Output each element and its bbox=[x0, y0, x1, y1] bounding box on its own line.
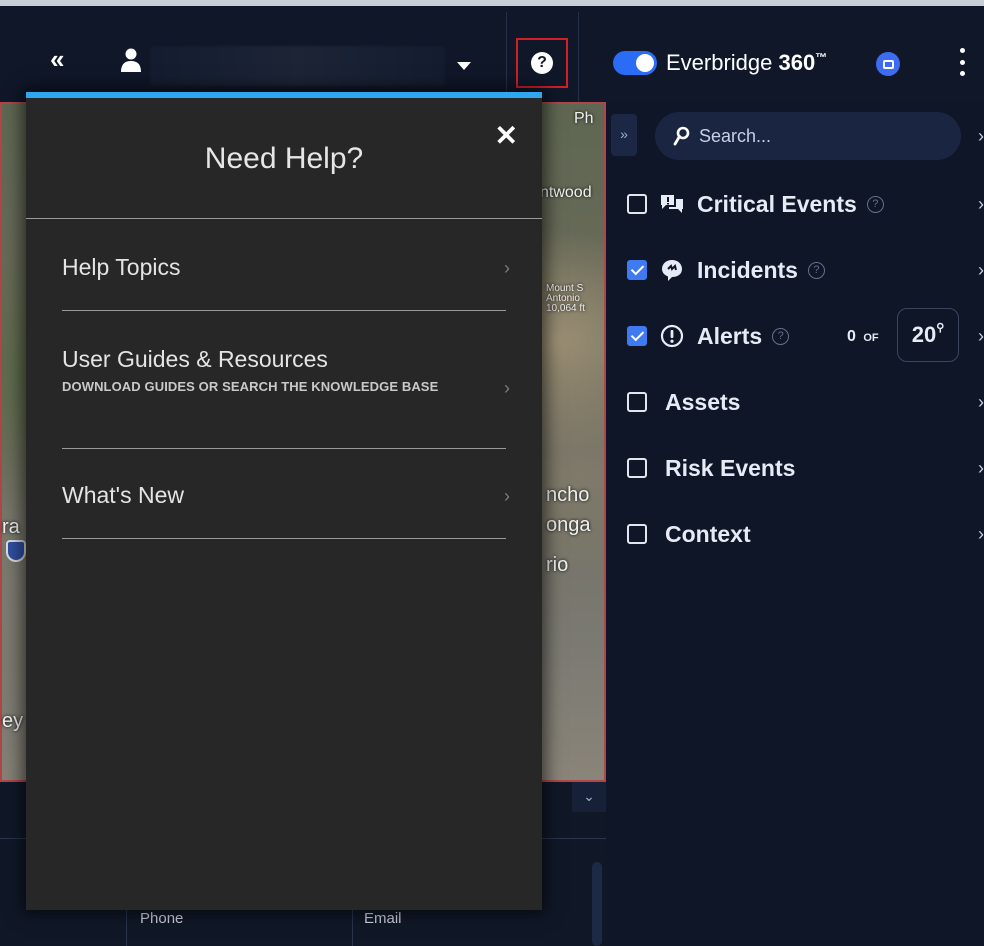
whats-new-link[interactable]: What's New › bbox=[62, 482, 510, 509]
chevron-right-icon[interactable]: › bbox=[978, 126, 984, 147]
alerts-max-input[interactable]: 20 ⚲ bbox=[897, 308, 959, 362]
user-name-redacted[interactable] bbox=[150, 46, 445, 86]
help-panel: Need Help? ✕ Help Topics › User Guides &… bbox=[26, 92, 542, 910]
help-topics-link[interactable]: Help Topics › bbox=[62, 254, 510, 281]
chat-icon[interactable] bbox=[876, 52, 900, 76]
layer-label: Risk Events bbox=[665, 454, 796, 481]
map-label: rio bbox=[546, 554, 569, 576]
divider bbox=[578, 12, 579, 108]
help-item-label: Help Topics bbox=[62, 254, 181, 280]
chevron-right-icon[interactable]: › bbox=[978, 392, 984, 413]
help-button[interactable]: ? bbox=[516, 38, 568, 88]
chevron-right-icon[interactable]: › bbox=[978, 260, 984, 281]
help-item-subtitle: DOWNLOAD GUIDES OR SEARCH THE KNOWLEDGE … bbox=[62, 379, 439, 394]
layer-incidents[interactable]: Incidents ? bbox=[627, 250, 967, 290]
alerts-count: 0 OF bbox=[847, 328, 879, 345]
expand-panel-button[interactable]: » bbox=[611, 114, 637, 156]
divider bbox=[26, 218, 542, 219]
alerts-checkbox[interactable] bbox=[627, 326, 647, 346]
alert-icon bbox=[660, 324, 684, 348]
map-label: Ph bbox=[574, 110, 594, 127]
user-menu-caret-icon[interactable] bbox=[457, 62, 471, 70]
map-label: ey bbox=[2, 710, 24, 732]
highway-shield-icon bbox=[6, 540, 26, 562]
layer-assets[interactable]: Assets bbox=[627, 382, 967, 422]
layer-context[interactable]: Context bbox=[627, 514, 967, 554]
everbridge-360-toggle[interactable] bbox=[613, 51, 657, 75]
search-icon bbox=[673, 126, 690, 146]
chevron-right-icon[interactable]: › bbox=[978, 326, 984, 347]
divider bbox=[62, 448, 506, 449]
more-options-icon[interactable] bbox=[958, 48, 966, 76]
question-icon: ? bbox=[531, 52, 553, 74]
help-circle-icon[interactable]: ? bbox=[866, 195, 884, 213]
search-input[interactable] bbox=[699, 125, 939, 147]
map-label: ncho bbox=[546, 484, 590, 506]
map-label: 10,064 ft bbox=[546, 303, 585, 314]
layer-critical-events[interactable]: Critical Events ? bbox=[627, 184, 967, 224]
layer-risk-events[interactable]: Risk Events bbox=[627, 448, 967, 488]
critical-events-checkbox[interactable] bbox=[627, 194, 647, 214]
divider bbox=[62, 310, 506, 311]
user-guides-link[interactable]: User Guides & Resources DOWNLOAD GUIDES … bbox=[62, 346, 510, 398]
help-circle-icon[interactable]: ? bbox=[807, 261, 825, 279]
chevron-right-icon: › bbox=[504, 258, 510, 278]
chevron-right-icon: › bbox=[504, 486, 510, 506]
map-label: ra bbox=[2, 516, 20, 538]
help-item-label: What's New bbox=[62, 482, 184, 508]
chevron-right-icon[interactable]: › bbox=[978, 458, 984, 479]
map-label: ntwood bbox=[540, 184, 592, 201]
help-circle-icon[interactable]: ? bbox=[772, 327, 790, 345]
layer-label: Assets bbox=[665, 388, 741, 415]
top-bar: « ? Everbridge 360™ bbox=[0, 0, 984, 108]
toggle-knob bbox=[636, 54, 654, 72]
chevron-right-icon[interactable]: › bbox=[978, 194, 984, 215]
incident-icon bbox=[662, 260, 682, 281]
scrollbar[interactable] bbox=[592, 862, 602, 946]
chat-bubbles-icon bbox=[661, 195, 683, 213]
layers-panel: » › Critical Events ? › Incidents ? › bbox=[607, 102, 984, 946]
divider bbox=[62, 538, 506, 539]
context-checkbox[interactable] bbox=[627, 524, 647, 544]
risk-events-checkbox[interactable] bbox=[627, 458, 647, 478]
search-icon: ⚲ bbox=[936, 321, 945, 334]
chevron-right-icon[interactable]: › bbox=[978, 524, 984, 545]
column-header-email[interactable]: Email bbox=[364, 910, 402, 927]
assets-checkbox[interactable] bbox=[627, 392, 647, 412]
column-header-phone[interactable]: Phone bbox=[140, 910, 183, 927]
help-item-label: User Guides & Resources bbox=[62, 346, 328, 372]
collapse-down-icon[interactable]: ⌄ bbox=[572, 782, 606, 812]
chevron-right-icon: › bbox=[504, 378, 510, 398]
layer-label: Incidents bbox=[697, 256, 798, 283]
layer-label: Alerts bbox=[697, 322, 763, 349]
user-icon bbox=[121, 48, 141, 72]
search-box[interactable] bbox=[655, 112, 961, 160]
help-title: Need Help? bbox=[204, 142, 364, 175]
brand-title: Everbridge 360™ bbox=[666, 50, 828, 75]
incidents-checkbox[interactable] bbox=[627, 260, 647, 280]
collapse-sidebar-button[interactable]: « bbox=[50, 46, 64, 72]
layer-label: Context bbox=[665, 520, 751, 547]
layer-label: Critical Events bbox=[697, 190, 857, 217]
close-icon[interactable]: ✕ bbox=[495, 122, 518, 150]
map-label: onga bbox=[546, 514, 591, 536]
